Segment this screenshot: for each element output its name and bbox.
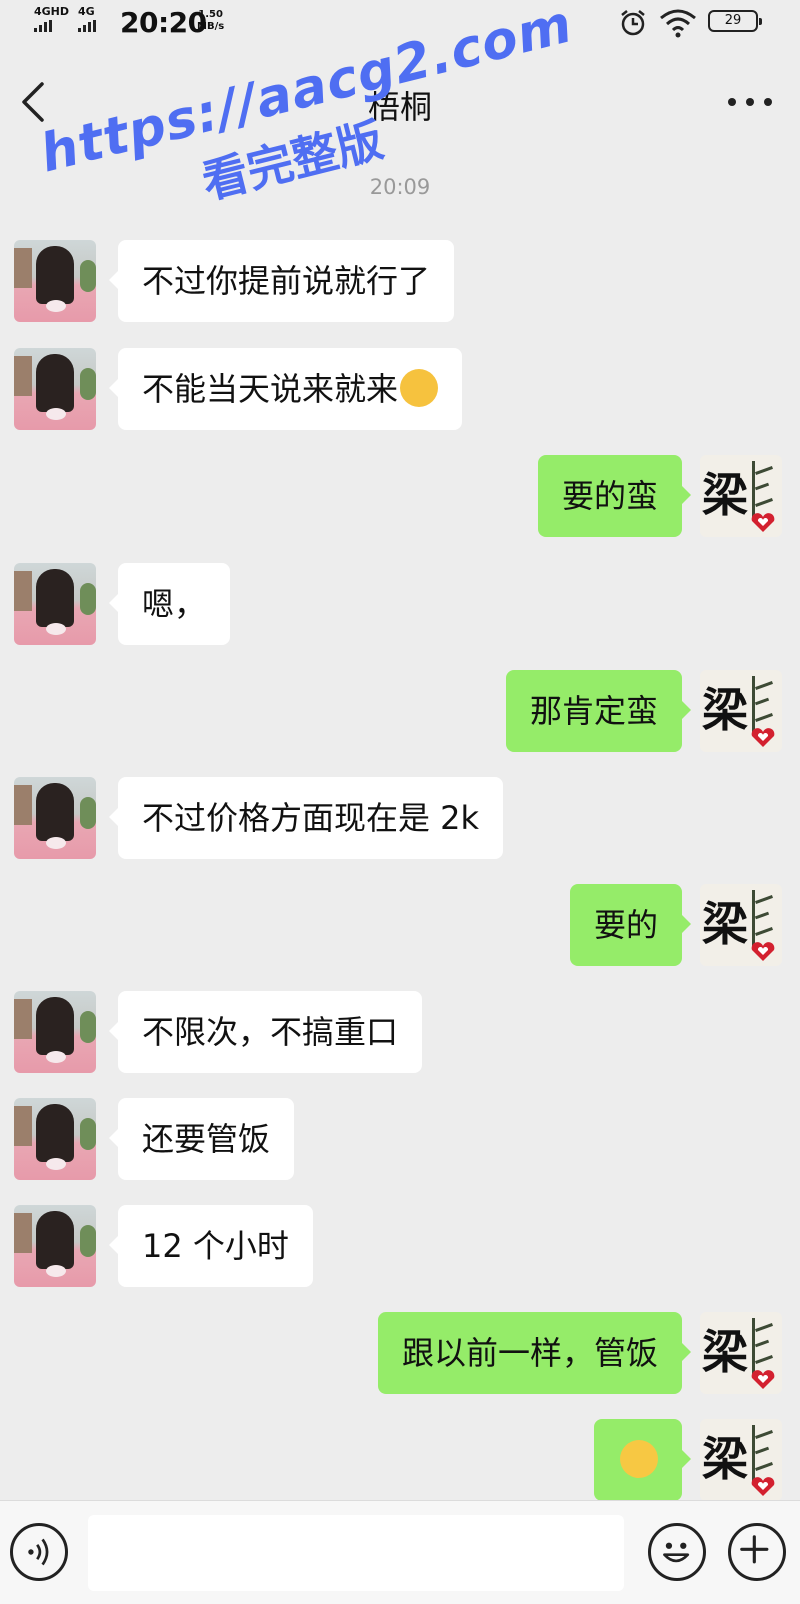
self-avatar[interactable]: 梁 (700, 670, 782, 752)
message-bubble-incoming[interactable]: 不过你提前说就行了 (108, 240, 455, 322)
message-bubble-incoming[interactable]: 不限次，不搞重口 (108, 991, 423, 1073)
message-bubble-incoming[interactable]: 不过价格方面现在是 2k (108, 777, 504, 859)
message-bubble-outgoing[interactable]: 那肯定蛮 (505, 670, 692, 752)
contact-avatar[interactable] (14, 348, 96, 430)
network-type-label: 4G (78, 5, 95, 18)
wifi-icon (660, 9, 696, 38)
more-icon[interactable] (722, 84, 778, 120)
message-bubble-incoming[interactable]: 12 个小时 (109, 1205, 313, 1287)
message-bubble-outgoing[interactable]: 要的蛮 (537, 455, 692, 537)
message-input[interactable] (88, 1515, 624, 1591)
chat-header: 梧桐 (0, 60, 800, 145)
message-row: 不过你提前说就行了 (0, 240, 800, 324)
contact-avatar[interactable] (14, 240, 96, 322)
contact-avatar[interactable] (14, 1205, 96, 1287)
emoji-icon[interactable] (648, 1523, 706, 1581)
bamboo-icon (752, 461, 776, 521)
message-row: 梁 要的蛮 (0, 455, 800, 539)
message-row: 不过价格方面现在是 2k (0, 777, 800, 861)
heart-icon (751, 513, 775, 532)
message-text: 不能当天说来就来 (142, 370, 399, 408)
chat-timestamp: 20:09 (369, 175, 431, 199)
heart-icon (751, 1370, 775, 1389)
cellular-signal-1: 4GHD (34, 6, 69, 32)
signal-bars-icon (34, 20, 69, 32)
heart-icon (751, 942, 775, 961)
signal-bars-icon (78, 20, 96, 32)
avatar-character: 梁 (702, 683, 748, 737)
status-bar: 4GHD 4G 20:20 1.50 MB/s 29 (0, 0, 800, 46)
bamboo-icon (752, 890, 776, 950)
message-bubble-incoming[interactable]: 不能当天说来就来 (108, 348, 463, 430)
chat-input-bar (0, 1500, 800, 1604)
message-row: 12 个小时 (0, 1205, 800, 1289)
message-row: 不限次，不搞重口 (0, 991, 800, 1075)
self-avatar[interactable]: 梁 (700, 455, 782, 537)
message-bubble-outgoing[interactable] (594, 1419, 691, 1501)
contact-avatar[interactable] (14, 1098, 96, 1180)
contact-avatar[interactable] (14, 563, 96, 645)
contact-avatar[interactable] (14, 777, 96, 859)
avatar-character: 梁 (702, 1325, 748, 1379)
alarm-icon (621, 10, 645, 36)
contact-avatar[interactable] (14, 991, 96, 1073)
cellular-signal-2: 4G (78, 6, 96, 32)
bamboo-icon (752, 1425, 776, 1485)
message-row: 梁 跟以前一样，管饭 (0, 1312, 800, 1396)
avatar-character: 梁 (702, 1432, 748, 1486)
message-row: 梁 那肯定蛮 (0, 670, 800, 754)
message-bubble-outgoing[interactable]: 要的 (569, 884, 692, 966)
message-bubble-outgoing[interactable]: 跟以前一样，管饭 (377, 1312, 692, 1394)
battery-indicator: 29 (708, 10, 762, 32)
self-avatar[interactable]: 梁 (700, 1419, 782, 1501)
avatar-character: 梁 (702, 468, 748, 522)
voice-icon[interactable] (10, 1523, 68, 1581)
crying-laughing-emoji-icon (400, 369, 439, 407)
network-speed-value: 1.50 (198, 9, 223, 20)
status-time: 20:20 (120, 6, 207, 39)
message-row: 还要管饭 (0, 1098, 800, 1182)
message-bubble-incoming[interactable]: 还要管饭 (108, 1098, 295, 1180)
network-speed-unit: MB/s (197, 21, 225, 32)
self-avatar[interactable]: 梁 (700, 884, 782, 966)
plus-icon[interactable] (728, 1523, 786, 1581)
bamboo-icon (752, 1318, 776, 1378)
message-row: 梁 要的 (0, 884, 800, 968)
message-bubble-incoming[interactable]: 嗯， (108, 563, 231, 645)
message-row: 嗯， (0, 563, 800, 647)
network-type-label: 4GHD (34, 5, 70, 18)
smirk-emoji-icon (620, 1440, 658, 1478)
avatar-character: 梁 (702, 897, 748, 951)
chat-title: 梧桐 (367, 88, 432, 126)
message-row: 梁 (0, 1419, 800, 1503)
message-row: 不能当天说来就来 (0, 348, 800, 432)
network-speed: 1.50 MB/s (197, 9, 224, 33)
heart-icon (751, 1477, 775, 1496)
bamboo-icon (752, 676, 776, 736)
heart-icon (751, 728, 775, 747)
self-avatar[interactable]: 梁 (700, 1312, 782, 1394)
